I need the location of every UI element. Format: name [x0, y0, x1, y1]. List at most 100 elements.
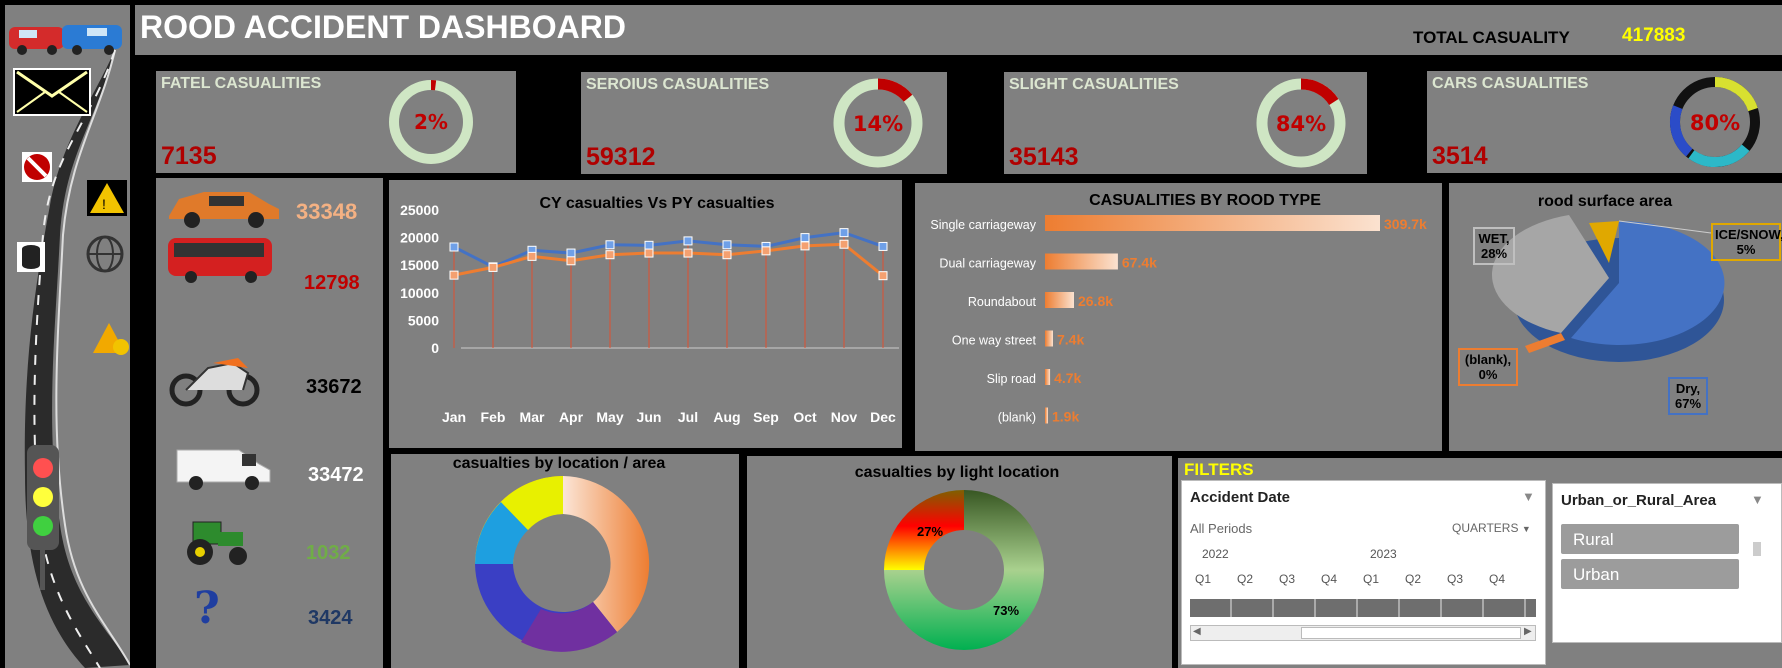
x-tick-label: Sep — [753, 409, 779, 425]
chart-title: CY casualties Vs PY casualties — [539, 195, 774, 212]
granularity-dropdown[interactable]: QUARTERS ▼ — [1452, 521, 1531, 535]
kpi-value: 3514 — [1432, 142, 1488, 170]
scroll-left-icon[interactable]: ◀ — [1193, 626, 1201, 637]
data-point — [566, 256, 576, 266]
data-point — [800, 233, 810, 243]
bar-value-label: 309.7k — [1384, 216, 1427, 232]
data-point — [839, 239, 849, 249]
quarter-label[interactable]: Q4 — [1489, 572, 1505, 586]
page-title: ROOD ACCIDENT DASHBOARD — [140, 9, 626, 45]
quarter-label[interactable]: Q1 — [1195, 572, 1211, 586]
year-label: 2023 — [1370, 547, 1397, 561]
slippery-road-icon[interactable]: ! — [87, 180, 127, 216]
data-point — [683, 236, 693, 246]
bar-value-label: 1.9k — [1052, 409, 1079, 425]
filters-title: FILTERS — [1184, 460, 1254, 479]
data-point — [800, 241, 810, 251]
y-tick-label: 25000 — [400, 202, 439, 218]
timeline-bar[interactable] — [1190, 599, 1536, 617]
quarter-label[interactable]: Q3 — [1279, 572, 1295, 586]
data-point — [605, 240, 615, 250]
quarter-label[interactable]: Q1 — [1363, 572, 1379, 586]
construction-icon[interactable] — [91, 321, 131, 357]
database-icon[interactable] — [17, 242, 45, 272]
kpi-pct: 80% — [1690, 111, 1740, 135]
vehicle-value-tractor: 1032 — [306, 542, 351, 564]
quarter-label[interactable]: Q2 — [1405, 572, 1421, 586]
data-point — [644, 240, 654, 250]
x-tick-label: Feb — [481, 409, 506, 425]
bar-category-label: One way street — [952, 334, 1037, 348]
bus-icon — [166, 234, 276, 289]
timeline-scrollbar[interactable]: ◀ ▶ — [1190, 625, 1536, 641]
x-tick-label: Nov — [831, 409, 858, 425]
data-point — [839, 228, 849, 238]
traffic-light-icon — [20, 440, 65, 590]
vehicle-panel: 33348 12798 33672 33472 1032 ? 3424 — [156, 178, 383, 668]
bar-value-label: 26.8k — [1078, 293, 1113, 309]
x-tick-label: Apr — [559, 409, 584, 425]
data-point — [527, 251, 537, 261]
bar-category-label: Slip road — [987, 372, 1036, 386]
vehicle-value-car: 33348 — [296, 199, 358, 224]
pie-label-dry: Dry, 67% — [1668, 377, 1708, 415]
chart-title: casualties by location / area — [453, 455, 666, 472]
quarter-label[interactable]: Q2 — [1237, 572, 1253, 586]
data-point — [488, 262, 498, 272]
quarter-label[interactable]: Q3 — [1447, 572, 1463, 586]
donut-label: 27% — [917, 524, 943, 539]
data-point — [878, 241, 888, 251]
filters-panel: FILTERS Accident Date ▼ All Periods QUAR… — [1178, 458, 1782, 668]
tractor-icon — [178, 512, 253, 575]
bar — [1045, 330, 1054, 347]
header-bar: ROOD ACCIDENT DASHBOARD TOTAL CASUALITY … — [135, 5, 1782, 55]
clear-filter-icon[interactable]: ▼ — [1522, 489, 1535, 504]
bar-category-label: Single carriageway — [930, 218, 1036, 232]
slicer-item-rural[interactable]: Rural — [1561, 524, 1739, 554]
envelope-icon[interactable] — [13, 68, 91, 116]
date-slicer[interactable]: Accident Date ▼ All Periods QUARTERS ▼ 2… — [1181, 480, 1546, 665]
clear-filter-icon[interactable]: ▼ — [1751, 492, 1764, 507]
data-point — [761, 246, 771, 256]
granularity-label: QUARTERS — [1452, 521, 1519, 535]
kpi-donut: 14% — [833, 78, 923, 168]
no-entry-icon[interactable] — [21, 151, 53, 183]
slicer-scrollbar[interactable] — [1753, 542, 1761, 556]
kpi-card-fatal: FATEL CASUALITIES 7135 2% — [156, 71, 516, 173]
x-tick-label: May — [596, 409, 623, 425]
date-slicer-title: Accident Date — [1190, 489, 1291, 506]
kpi-donut: 84% — [1256, 78, 1346, 168]
bar-value-label: 7.4k — [1057, 332, 1084, 348]
bar — [1045, 292, 1074, 308]
chevron-down-icon: ▼ — [1521, 524, 1531, 534]
light-donut-chart: casualties by light location 27% 73% — [855, 464, 1060, 650]
data-point — [449, 242, 459, 252]
bar-value-label: 4.7k — [1054, 370, 1081, 386]
slicer-item-urban[interactable]: Urban — [1561, 559, 1739, 589]
scroll-right-icon[interactable]: ▶ — [1524, 626, 1532, 637]
data-point — [878, 271, 888, 281]
line-chart-panel: CY casualties Vs PY casualties 25000 2000… — [389, 180, 902, 448]
area-slicer[interactable]: Urban_or_Rural_Area ▼ Rural Urban — [1552, 483, 1782, 643]
bar-chart-panel: CASUALITIES BY ROOD TYPE Single carriage… — [915, 183, 1442, 451]
x-tick-label: Mar — [520, 409, 545, 425]
donut-segment — [563, 476, 650, 632]
quarter-label[interactable]: Q4 — [1321, 572, 1337, 586]
location-donut-panel: casualties by location / area — [391, 454, 739, 668]
pie-label-wet: WET, 28% — [1473, 227, 1515, 265]
kpi-card-serious: SEROIUS CASUALITIES 59312 14% — [581, 72, 947, 174]
light-donut-panel: casualties by light location 27% 73% — [747, 456, 1172, 668]
kpi-title: FATEL CASUALITIES — [161, 75, 322, 92]
line-chart: CY casualties Vs PY casualties 25000 2000… — [400, 195, 899, 425]
vehicle-value-other: 3424 — [308, 607, 353, 629]
vehicle-value-van: 33472 — [308, 464, 364, 486]
globe-icon[interactable] — [85, 234, 125, 274]
van-icon — [174, 442, 274, 497]
chart-title: casualties by light location — [855, 464, 1060, 481]
data-point — [683, 248, 693, 258]
scroll-thumb[interactable] — [1301, 627, 1521, 639]
bar-value-label: 67.4k — [1122, 255, 1157, 271]
y-tick-label: 0 — [431, 340, 439, 356]
kpi-pct: 84% — [1276, 112, 1326, 136]
surface-pie-panel: rood surface area WET, 28% ICE/SNOW, 5% … — [1449, 183, 1782, 451]
